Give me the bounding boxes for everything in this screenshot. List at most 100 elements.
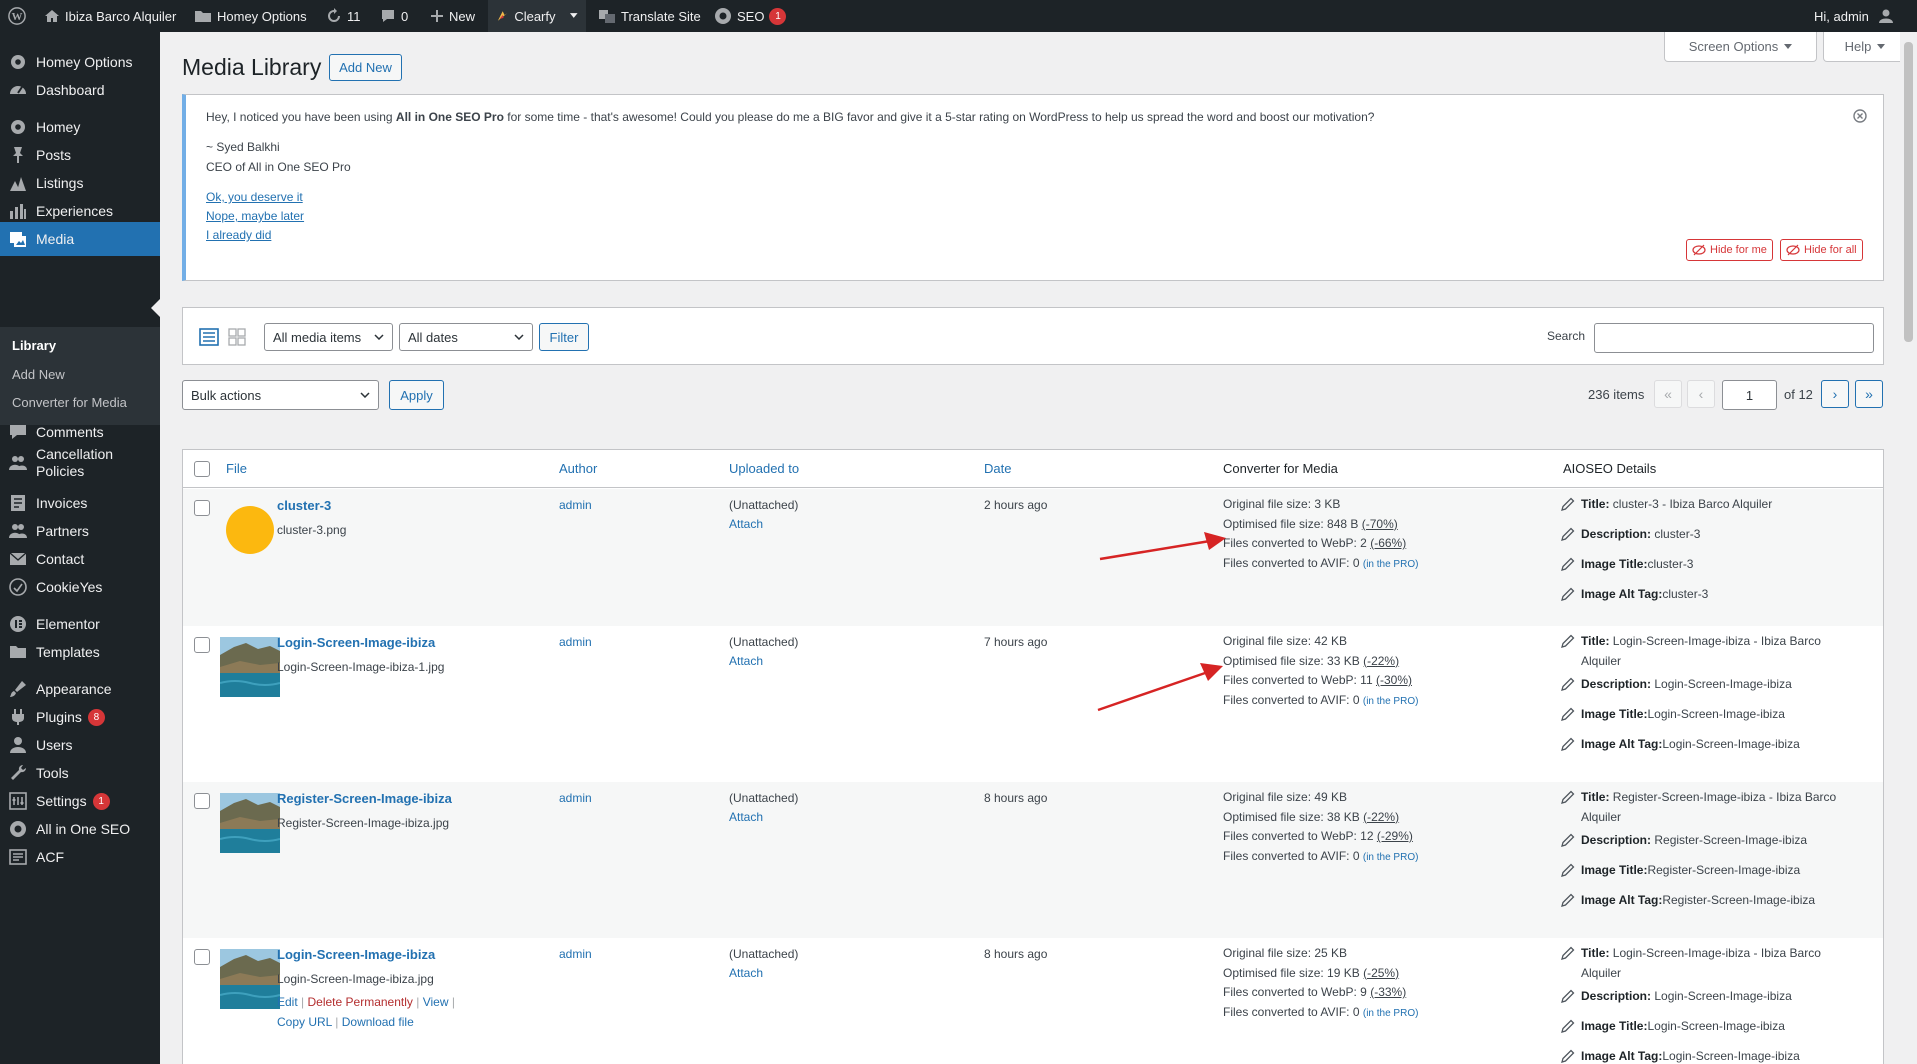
attach-link[interactable]: Attach [729, 654, 763, 668]
media-title-link[interactable]: Login-Screen-Image-ibiza [277, 635, 435, 650]
attach-link[interactable]: Attach [729, 810, 763, 824]
optimised-size-text: Optimised file size: 848 B [1223, 516, 1359, 531]
translate-site-link[interactable]: Translate Site [590, 0, 709, 32]
date-filter-select[interactable]: All dates [399, 323, 533, 351]
aioseo-image-title-label: Image Title: [1581, 1019, 1648, 1033]
author-link[interactable]: admin [559, 635, 592, 649]
media-thumbnail[interactable] [220, 949, 280, 1009]
attach-link[interactable]: Attach [729, 966, 763, 980]
screen-options-button[interactable]: Screen Options [1664, 32, 1817, 62]
attach-link[interactable]: Attach [729, 517, 763, 531]
scrollbar-thumb[interactable] [1904, 42, 1913, 342]
aioseo-description: Description: Login-Screen-Image-ibiza [1561, 986, 1861, 1006]
total-pages: of 12 [1784, 387, 1813, 402]
media-filename: Login-Screen-Image-ibiza.jpg [277, 972, 434, 986]
media-thumbnail[interactable] [220, 793, 280, 853]
edit-link[interactable]: Edit [277, 995, 298, 1009]
sidebar-item-templates[interactable]: Templates [0, 635, 160, 669]
comments-link[interactable]: 0 [372, 0, 416, 32]
list-view-icon[interactable] [199, 327, 219, 347]
column-file[interactable]: File [226, 461, 247, 476]
media-thumbnail[interactable] [220, 500, 280, 560]
hide-for-all-button[interactable]: Hide for all [1780, 239, 1863, 261]
author-link[interactable]: admin [559, 498, 592, 512]
seo-menu[interactable]: SEO 1 [706, 0, 794, 32]
new-content-link[interactable]: New [422, 0, 483, 32]
submenu-library[interactable]: Library [12, 338, 56, 353]
row-checkbox[interactable] [194, 949, 210, 965]
current-page-input[interactable] [1722, 380, 1777, 410]
seo-label: SEO [737, 8, 765, 24]
site-name-link[interactable]: Ibiza Barco Alquiler [36, 0, 184, 32]
users-icon [0, 453, 36, 473]
sidebar-item-cancellation-policies[interactable]: Cancellation Policies [0, 443, 160, 483]
last-page-button[interactable]: » [1855, 380, 1883, 408]
row-checkbox[interactable] [194, 637, 210, 653]
author-link[interactable]: admin [559, 947, 592, 961]
media-thumbnail[interactable] [220, 637, 280, 697]
search-media-input[interactable] [1594, 323, 1874, 353]
updates-count: 11 [347, 8, 361, 24]
sidebar-item-dashboard[interactable]: Dashboard [0, 73, 160, 107]
svg-text:W: W [12, 11, 23, 23]
sidebar-item-label: Homey [36, 118, 81, 135]
pencil-icon [1561, 946, 1575, 960]
sidebar-item-cookieyes[interactable]: CookieYes [0, 570, 160, 604]
hide-for-me-button[interactable]: Hide for me [1686, 239, 1773, 261]
media-title-link[interactable]: Login-Screen-Image-ibiza [277, 947, 435, 962]
dismiss-icon[interactable] [1853, 109, 1867, 123]
avif-pro-link[interactable]: (in the PRO) [1363, 696, 1419, 707]
copy-url-link[interactable]: Copy URL [277, 1015, 332, 1029]
author-link[interactable]: admin [559, 791, 592, 805]
rate-ok-link[interactable]: Ok, you deserve it [206, 190, 303, 204]
next-page-button[interactable]: › [1821, 380, 1849, 408]
prev-page-button[interactable]: ‹ [1687, 380, 1715, 408]
sidebar-item-media[interactable]: Media [0, 222, 160, 256]
wordpress-logo-icon[interactable]: W [0, 0, 34, 32]
select-all-checkbox[interactable] [194, 461, 210, 477]
chevron-down-icon [514, 334, 524, 340]
filter-button[interactable]: Filter [539, 323, 589, 351]
mail-icon [0, 549, 36, 569]
converter-stats: Original file size: 25 KB Optimised file … [1223, 944, 1418, 1023]
avif-pro-link[interactable]: (in the PRO) [1363, 1008, 1419, 1019]
column-author[interactable]: Author [559, 461, 597, 476]
clearfy-menu[interactable]: Clearfy [488, 0, 586, 32]
row-checkbox[interactable] [194, 793, 210, 809]
delete-permanently-link[interactable]: Delete Permanently [308, 995, 413, 1009]
column-uploaded-to[interactable]: Uploaded to [729, 461, 799, 476]
seo-icon [0, 819, 36, 839]
caret-down-icon [569, 13, 578, 18]
home-icon [45, 10, 59, 22]
avif-pro-link[interactable]: (in the PRO) [1363, 852, 1419, 863]
aioseo-image-title-text: Image Title:Login-Screen-Image-ibiza [1581, 704, 1785, 724]
media-title-link[interactable]: Register-Screen-Image-ibiza [277, 791, 452, 806]
avif-pro-link[interactable]: (in the PRO) [1363, 559, 1419, 570]
sidebar-item-label: Templates [36, 643, 100, 660]
apply-button[interactable]: Apply [389, 380, 444, 410]
download-file-link[interactable]: Download file [342, 1015, 414, 1029]
updates-link[interactable]: 11 [318, 0, 369, 32]
add-new-button[interactable]: Add New [329, 54, 402, 81]
table-row: Register-Screen-Image-ibiza Register-Scre… [183, 782, 1883, 938]
my-account-menu[interactable]: Hi, admin [1806, 0, 1902, 32]
grid-view-icon[interactable] [227, 327, 247, 347]
pencil-icon [1561, 557, 1575, 571]
sidebar-item-label: Contact [36, 550, 85, 567]
rate-later-link[interactable]: Nope, maybe later [206, 209, 304, 223]
submenu-converter-for-media[interactable]: Converter for Media [12, 395, 127, 410]
row-checkbox[interactable] [194, 500, 210, 516]
help-button[interactable]: Help [1823, 32, 1907, 62]
sidebar-item-label: Posts [36, 146, 72, 163]
column-date[interactable]: Date [984, 461, 1011, 476]
sidebar-item-label: Tools [36, 764, 69, 781]
first-page-button[interactable]: « [1654, 380, 1682, 408]
submenu-add-new[interactable]: Add New [12, 367, 65, 382]
media-type-select[interactable]: All media items [264, 323, 393, 351]
rate-already-link[interactable]: I already did [206, 228, 271, 242]
bulk-actions-select[interactable]: Bulk actions [182, 380, 379, 410]
sidebar-item-acf[interactable]: ACF [0, 840, 160, 874]
view-link[interactable]: View [423, 995, 449, 1009]
media-title-link[interactable]: cluster-3 [277, 498, 331, 513]
homey-options-link[interactable]: Homey Options [186, 0, 315, 32]
